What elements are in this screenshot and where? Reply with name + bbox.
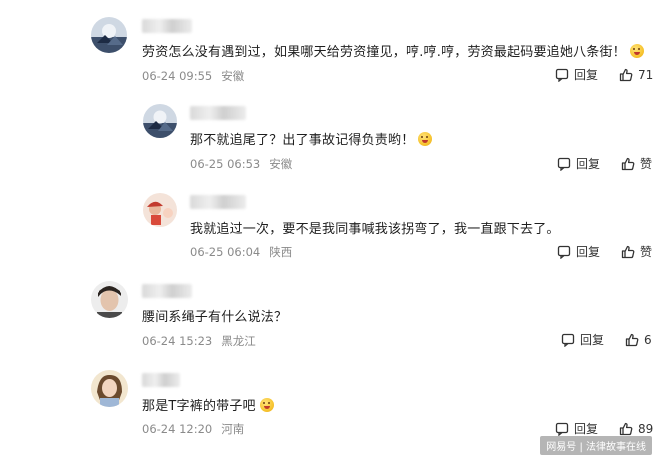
avatar[interactable]: [91, 17, 127, 53]
watermark: 网易号 | 法律故事在线: [540, 436, 652, 455]
reply-button[interactable]: 回复: [557, 155, 600, 172]
reply-label: 回复: [574, 68, 599, 82]
comment-actions: 回复 6: [561, 331, 652, 348]
like-count: 71: [638, 67, 654, 82]
thumbs-up-icon: [621, 245, 635, 258]
reply-button[interactable]: 回复: [557, 243, 600, 260]
comment-actions: 回复 赞: [557, 243, 652, 260]
tongue-emoji: [418, 132, 433, 146]
like-button[interactable]: 89: [619, 422, 653, 436]
like-count: 89: [638, 421, 654, 436]
comment-meta: 06-24 09:55 安徽: [142, 68, 244, 84]
comment-actions: 回复 71: [555, 66, 653, 83]
comment-text: 我就追过一次，要不是我同事喊我该拐弯了，我一直跟下去了。: [190, 222, 560, 237]
comment-date: 06-25 06:53: [190, 157, 261, 171]
reply-button[interactable]: 回复: [561, 331, 604, 348]
avatar[interactable]: [143, 193, 177, 227]
avatar[interactable]: [91, 370, 128, 407]
reply-icon: [555, 422, 569, 436]
reply-label: 回复: [576, 157, 601, 171]
reply-button[interactable]: 回复: [555, 420, 598, 437]
thumbs-up-icon: [619, 422, 633, 435]
comment-text: 那是T字裤的带子吧: [142, 395, 274, 414]
comment-date: 06-25 06:04: [190, 245, 261, 259]
username-blurred[interactable]: [190, 195, 246, 209]
reply-icon: [555, 68, 569, 82]
avatar[interactable]: [91, 281, 128, 318]
like-button[interactable]: 赞: [621, 155, 652, 172]
comment-actions: 回复 赞: [557, 155, 652, 172]
reply-label: 回复: [574, 422, 599, 436]
reply-label: 回复: [580, 333, 605, 347]
comment-location: 安徽: [221, 69, 245, 83]
grin-emoji: [259, 398, 274, 412]
username-blurred[interactable]: [142, 373, 180, 387]
thumbs-up-icon: [621, 157, 635, 170]
comment-text: 那不就追尾了？出了事故记得负责哟！: [190, 129, 433, 148]
avatar[interactable]: [143, 104, 177, 138]
like-button[interactable]: 71: [619, 68, 653, 82]
reply-label: 回复: [576, 245, 601, 259]
reply-icon: [557, 157, 571, 171]
comment-actions: 回复 89: [555, 420, 653, 437]
comment-location: 陕西: [269, 245, 293, 259]
username-blurred[interactable]: [142, 284, 192, 298]
comment-date: 06-24 09:55: [142, 69, 213, 83]
comment-location: 安徽: [269, 157, 293, 171]
like-button[interactable]: 6: [625, 333, 652, 347]
comment-date: 06-24 12:20: [142, 422, 213, 436]
like-count: 赞: [640, 245, 653, 259]
thumbs-up-icon: [619, 68, 633, 81]
like-count: 6: [644, 332, 652, 347]
comment-meta: 06-25 06:53 安徽: [190, 156, 292, 172]
username-blurred[interactable]: [142, 19, 192, 33]
comment-text: 劳资怎么没有遇到过，如果哪天给劳资撞见，哼.哼.哼，劳资最起码要追她八条街！: [142, 41, 644, 60]
reply-button[interactable]: 回复: [555, 66, 598, 83]
reply-icon: [557, 245, 571, 259]
comment-text: 腰间系绳子有什么说法？: [142, 310, 288, 325]
thumbs-up-icon: [625, 333, 639, 346]
comment-location: 河南: [221, 422, 245, 436]
like-count: 赞: [640, 157, 653, 171]
username-blurred[interactable]: [190, 106, 246, 120]
comment-location: 黑龙江: [221, 334, 256, 348]
laughing-emoji: [629, 44, 644, 58]
reply-icon: [561, 333, 575, 347]
comment-meta: 06-24 15:23 黑龙江: [142, 333, 256, 349]
comment-meta: 06-25 06:04 陕西: [190, 244, 292, 260]
comment-meta: 06-24 12:20 河南: [142, 421, 244, 437]
comment-date: 06-24 15:23: [142, 334, 213, 348]
like-button[interactable]: 赞: [621, 243, 652, 260]
